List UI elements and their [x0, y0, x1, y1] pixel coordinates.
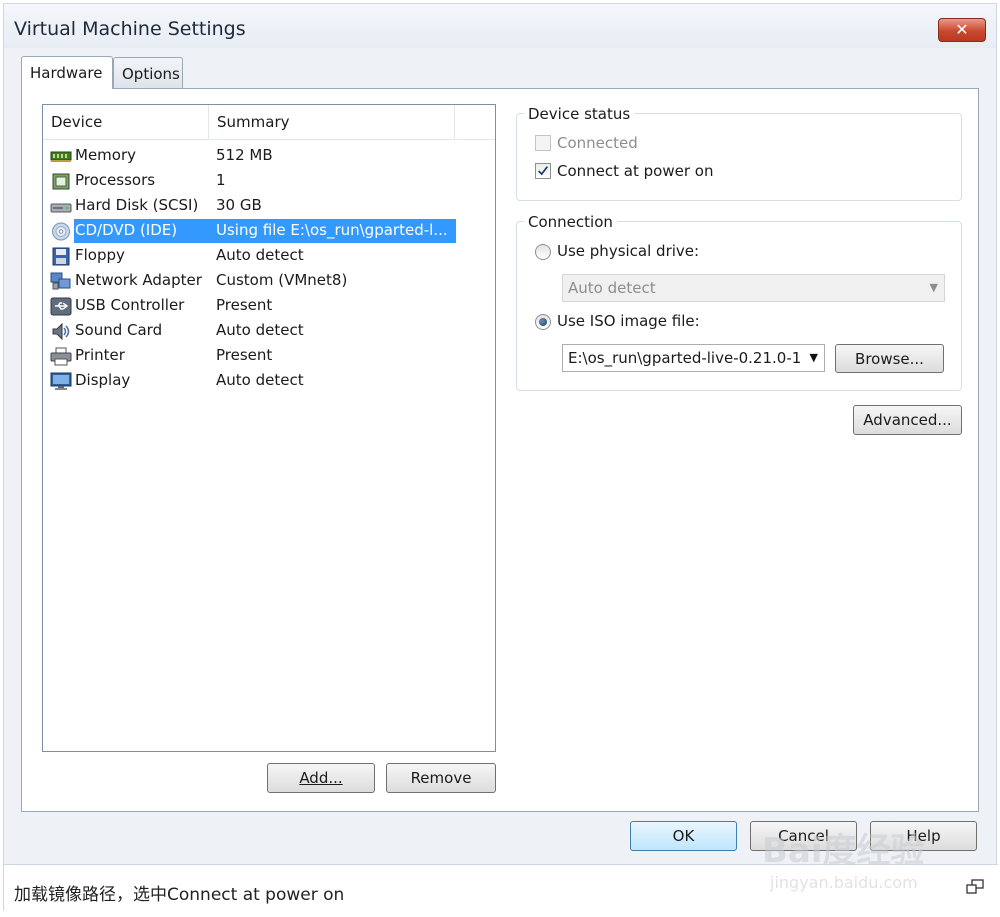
device-summary: Present [216, 296, 273, 314]
usb-icon [50, 297, 72, 316]
display-icon [50, 372, 72, 390]
chevron-down-icon: ▼ [929, 281, 938, 294]
printer-icon [50, 347, 72, 366]
caption-text: 加载镜像路径，选中Connect at power on [14, 885, 345, 905]
iso-image-path-select[interactable]: E:\os_run\gparted-live-0.21.0-1 ▼ [562, 344, 825, 372]
processor-icon [52, 173, 70, 190]
close-icon: ✕ [955, 20, 969, 39]
close-button[interactable]: ✕ [938, 18, 986, 42]
browse-button[interactable]: Browse... [835, 344, 944, 373]
device-summary: Auto detect [216, 246, 304, 264]
device-row-display[interactable]: Display Auto detect [47, 369, 457, 394]
device-name: Floppy [75, 246, 125, 264]
connect-at-power-on-label: Connect at power on [557, 162, 714, 180]
hard-disk-icon [50, 203, 72, 213]
connected-checkbox[interactable] [535, 135, 551, 151]
memory-icon [50, 151, 72, 162]
column-header-device[interactable]: Device [43, 105, 209, 140]
popout-icon[interactable] [966, 879, 984, 895]
advanced-button[interactable]: Advanced... [853, 405, 962, 435]
device-name: Display [75, 371, 131, 389]
tab-hardware[interactable]: Hardware [21, 56, 113, 89]
device-row-processors[interactable]: Processors 1 [47, 169, 457, 194]
connect-at-power-on-checkbox[interactable] [535, 163, 551, 179]
device-name: Printer [75, 346, 125, 364]
radio-selected-dot [539, 318, 547, 326]
use-iso-image-label: Use ISO image file: [557, 312, 700, 330]
device-summary: 30 GB [216, 196, 262, 214]
connection-title: Connection [524, 213, 617, 231]
cd-dvd-icon [52, 222, 70, 241]
use-iso-image-radio[interactable] [535, 314, 551, 330]
advanced-button-label: Advanced... [863, 411, 952, 429]
device-summary: Auto detect [216, 321, 304, 339]
ok-button-label: OK [672, 827, 695, 845]
help-button-label: Help [906, 827, 941, 845]
device-name: Hard Disk (SCSI) [75, 196, 199, 214]
device-row-network-adapter[interactable]: Network Adapter Custom (VMnet8) [47, 269, 457, 294]
iso-image-path-value: E:\os_run\gparted-live-0.21.0-1 [568, 349, 802, 367]
device-summary: Using file E:\os_run\gparted-l... [216, 221, 448, 239]
device-name: Processors [75, 171, 156, 189]
ok-button[interactable]: OK [630, 821, 737, 851]
device-list[interactable]: Device Summary Memory 512 MB Processors … [42, 104, 496, 752]
device-summary: Custom (VMnet8) [216, 271, 348, 289]
device-row-memory[interactable]: Memory 512 MB [47, 144, 457, 169]
sound-card-icon [52, 322, 70, 341]
connected-label: Connected [557, 134, 638, 152]
title-bar[interactable]: Virtual Machine Settings ✕ [4, 4, 996, 48]
device-status-group [516, 113, 962, 201]
device-summary: 512 MB [216, 146, 273, 164]
column-header-summary[interactable]: Summary [209, 105, 455, 140]
device-summary: Present [216, 346, 273, 364]
help-button[interactable]: Help [870, 821, 977, 851]
tab-options[interactable]: Options [113, 57, 183, 89]
device-row-printer[interactable]: Printer Present [47, 344, 457, 369]
device-name: Sound Card [75, 321, 163, 339]
floppy-icon [52, 247, 70, 266]
device-summary: Auto detect [216, 371, 304, 389]
add-device-button[interactable]: Add... [267, 763, 375, 793]
cancel-button[interactable]: Cancel [750, 821, 857, 851]
checkmark-icon [538, 166, 549, 176]
use-physical-drive-radio[interactable] [535, 244, 551, 260]
network-adapter-icon [50, 272, 71, 290]
cancel-button-label: Cancel [778, 827, 829, 845]
device-list-header: Device Summary [43, 105, 495, 140]
device-status-title: Device status [524, 105, 635, 123]
device-name: CD/DVD (IDE) [75, 221, 178, 239]
caption-bar: 加载镜像路径，选中Connect at power on [4, 864, 998, 912]
chevron-down-icon: ▼ [809, 351, 818, 364]
device-row-floppy[interactable]: Floppy Auto detect [47, 244, 457, 269]
hardware-panel: Device Summary Memory 512 MB Processors … [21, 88, 979, 812]
add-button-label: Add... [299, 769, 343, 787]
remove-device-button[interactable]: Remove [386, 763, 496, 793]
device-name: Network Adapter [75, 271, 202, 289]
device-name: USB Controller [75, 296, 185, 314]
device-row-cd-dvd[interactable]: CD/DVD (IDE) Using file E:\os_run\gparte… [47, 219, 457, 244]
physical-drive-value: Auto detect [568, 279, 656, 297]
window-title: Virtual Machine Settings [14, 18, 246, 40]
browse-button-label: Browse... [855, 350, 924, 368]
vm-settings-window: Virtual Machine Settings ✕ Hardware Opti… [3, 3, 998, 912]
device-summary: 1 [216, 171, 226, 189]
use-physical-drive-label: Use physical drive: [557, 242, 700, 260]
device-row-hard-disk[interactable]: Hard Disk (SCSI) 30 GB [47, 194, 457, 219]
physical-drive-select[interactable]: Auto detect ▼ [562, 274, 945, 302]
device-row-sound-card[interactable]: Sound Card Auto detect [47, 319, 457, 344]
remove-button-label: Remove [410, 769, 472, 787]
device-row-usb-controller[interactable]: USB Controller Present [47, 294, 457, 319]
device-name: Memory [75, 146, 137, 164]
